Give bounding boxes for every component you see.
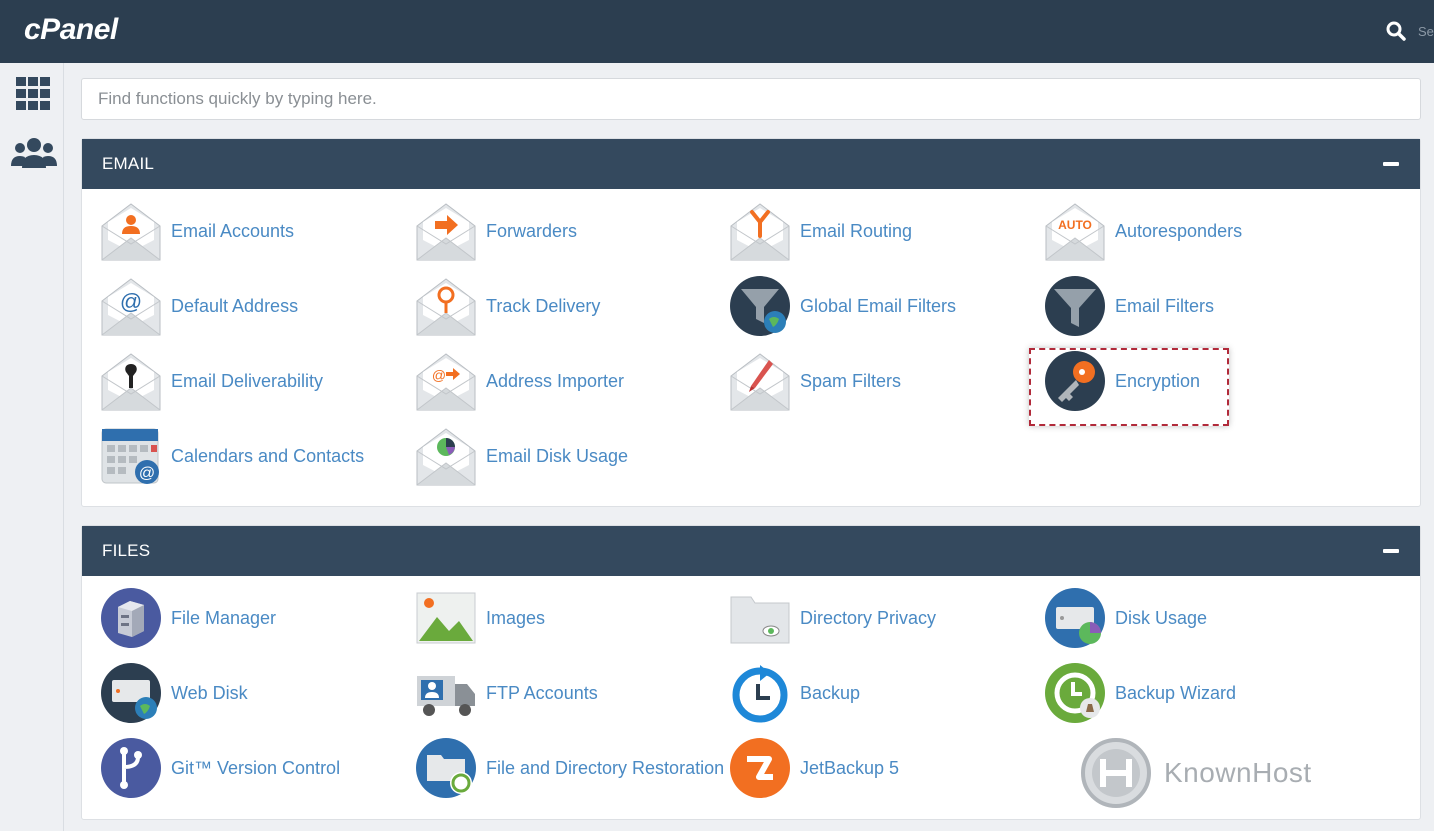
tool-label: Email Deliverability <box>171 370 324 391</box>
disk-usage-icon <box>1044 587 1106 649</box>
tool-git-version-control[interactable]: Git™ Version Control <box>100 736 340 800</box>
tool-file-manager[interactable]: File Manager <box>100 586 276 650</box>
tool-jetbackup-5[interactable]: JetBackup 5 <box>729 736 899 800</box>
email-accounts-icon <box>100 200 162 262</box>
tool-label: Images <box>486 607 546 628</box>
left-nav <box>0 63 64 831</box>
tool-label: Email Accounts <box>171 220 295 241</box>
watermark-text: KnownHost <box>1164 757 1312 788</box>
top-search-hint: Se <box>1418 23 1434 39</box>
calendars-and-contacts-icon: @ <box>100 425 162 487</box>
tool-web-disk[interactable]: Web Disk <box>100 661 248 725</box>
search-input[interactable] <box>81 78 1421 120</box>
encryption-icon <box>1044 350 1106 412</box>
autoresponders-icon: AUTO <box>1044 200 1106 262</box>
global-email-filters-icon <box>729 275 791 337</box>
track-delivery-icon <box>415 275 477 337</box>
email-section-title: EMAIL <box>102 154 155 173</box>
svg-text:@: @ <box>432 367 446 383</box>
backup-wizard-icon <box>1044 662 1106 724</box>
tool-label: JetBackup 5 <box>800 757 900 778</box>
knownhost-logo-icon <box>1081 738 1151 808</box>
spam-filters-icon <box>729 350 791 412</box>
files-section-title: FILES <box>102 541 151 560</box>
tool-email-accounts[interactable]: Email Accounts <box>100 199 294 263</box>
tool-address-importer[interactable]: @ Address Importer <box>415 349 624 413</box>
collapse-icon[interactable] <box>1380 154 1400 174</box>
ftp-accounts-icon <box>415 662 477 724</box>
directory-privacy-icon <box>729 587 791 649</box>
tool-email-disk-usage[interactable]: Email Disk Usage <box>415 424 628 488</box>
files-panel-header[interactable]: FILES <box>82 526 1420 576</box>
tool-label: Web Disk <box>171 682 248 703</box>
tool-label: Backup <box>800 682 861 703</box>
tool-label: Address Importer <box>486 370 625 391</box>
tool-forwarders[interactable]: Forwarders <box>415 199 577 263</box>
search-icon[interactable] <box>1386 21 1406 41</box>
tool-file-and-directory-restoration[interactable]: File and Directory Restoration <box>415 736 724 800</box>
tool-default-address[interactable]: @ Default Address <box>100 274 298 338</box>
tool-label: Spam Filters <box>800 370 902 391</box>
tool-backup-wizard[interactable]: Backup Wizard <box>1044 661 1236 725</box>
top-search[interactable]: Se <box>1374 18 1434 44</box>
backup-icon <box>729 662 791 724</box>
forwarders-icon <box>415 200 477 262</box>
tool-label: FTP Accounts <box>486 682 598 703</box>
tool-spam-filters[interactable]: Spam Filters <box>729 349 901 413</box>
tool-calendars-and-contacts[interactable]: @ Calendars and Contacts <box>100 424 364 488</box>
tool-label: File and Directory Restoration <box>486 757 725 778</box>
tool-images[interactable]: Images <box>415 586 545 650</box>
svg-text:@: @ <box>139 465 155 482</box>
tool-label: Track Delivery <box>486 295 601 316</box>
email-filters-icon <box>1044 275 1106 337</box>
email-routing-icon <box>729 200 791 262</box>
email-panel-header[interactable]: EMAIL <box>82 139 1420 189</box>
tool-backup[interactable]: Backup <box>729 661 860 725</box>
knownhost-watermark: KnownHost <box>1080 737 1312 809</box>
collapse-icon[interactable] <box>1380 541 1400 561</box>
tool-autoresponders[interactable]: AUTO Autoresponders <box>1044 199 1242 263</box>
tool-label: Disk Usage <box>1115 607 1208 628</box>
top-bar: cPanel Se <box>0 0 1434 63</box>
users-icon[interactable] <box>11 136 57 170</box>
tool-label: Default Address <box>171 295 299 316</box>
address-importer-icon: @ <box>415 350 477 412</box>
tool-label: Git™ Version Control <box>171 757 341 778</box>
jetbackup-5-icon <box>729 737 791 799</box>
git-version-control-icon <box>100 737 162 799</box>
grid-icon[interactable] <box>14 77 54 111</box>
email-deliverability-icon <box>100 350 162 412</box>
file-manager-icon <box>100 587 162 649</box>
tool-label: Global Email Filters <box>800 295 957 316</box>
cpanel-logo[interactable]: cPanel <box>24 13 118 47</box>
tool-label: Autoresponders <box>1115 220 1243 241</box>
email-disk-usage-icon <box>415 425 477 487</box>
tool-label: Encryption <box>1115 370 1201 391</box>
tool-email-deliverability[interactable]: Email Deliverability <box>100 349 323 413</box>
svg-text:@: @ <box>120 289 142 314</box>
default-address-icon: @ <box>100 275 162 337</box>
tool-label: Backup Wizard <box>1115 682 1237 703</box>
web-disk-icon <box>100 662 162 724</box>
tool-label: Email Disk Usage <box>486 445 629 466</box>
tool-label: Email Filters <box>1115 295 1215 316</box>
tool-ftp-accounts[interactable]: FTP Accounts <box>415 661 598 725</box>
tool-label: Forwarders <box>486 220 578 241</box>
tool-disk-usage[interactable]: Disk Usage <box>1044 586 1207 650</box>
images-icon <box>415 587 477 649</box>
tool-email-routing[interactable]: Email Routing <box>729 199 912 263</box>
svg-text:AUTO: AUTO <box>1058 218 1092 232</box>
file-and-directory-restoration-icon <box>415 737 477 799</box>
tool-directory-privacy[interactable]: Directory Privacy <box>729 586 936 650</box>
tool-label: File Manager <box>171 607 277 628</box>
tool-email-filters[interactable]: Email Filters <box>1044 274 1214 338</box>
tool-encryption[interactable]: Encryption <box>1044 349 1200 413</box>
tool-label: Directory Privacy <box>800 607 937 628</box>
tool-track-delivery[interactable]: Track Delivery <box>415 274 600 338</box>
tool-global-email-filters[interactable]: Global Email Filters <box>729 274 956 338</box>
tool-label: Email Routing <box>800 220 913 241</box>
tool-label: Calendars and Contacts <box>171 445 365 466</box>
